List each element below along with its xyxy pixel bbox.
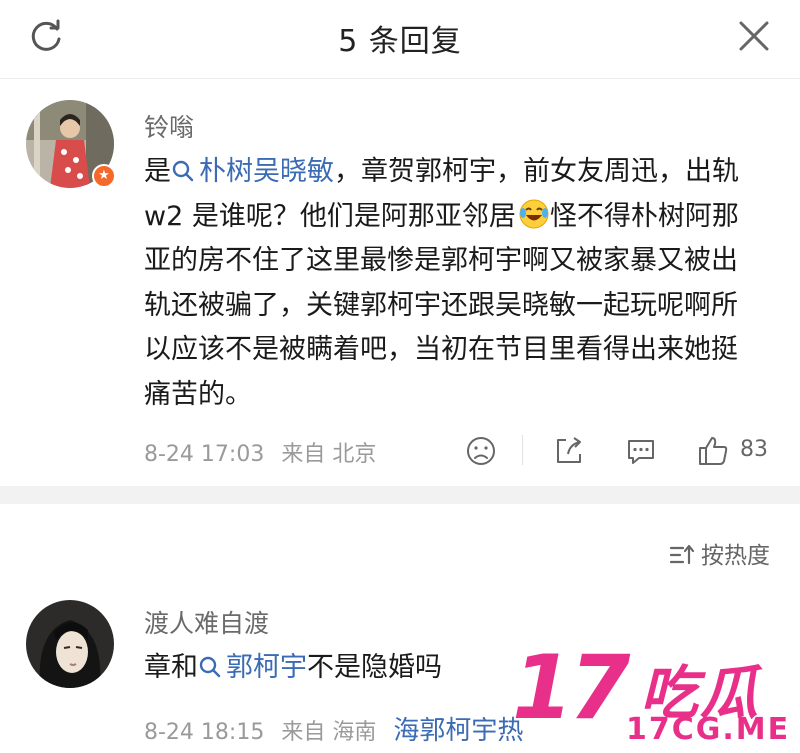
verified-badge-icon: ★: [92, 164, 116, 188]
comment-actions: 8-24 17:03 来自 北京 83: [0, 432, 800, 472]
comment-text-post: 不是隐婚吗: [307, 652, 442, 683]
share-icon[interactable]: [552, 434, 586, 468]
sort-icon: [669, 544, 695, 565]
comment-source: 来自 北京: [281, 442, 377, 467]
comment-date: 8-24 17:03: [144, 442, 265, 467]
comment-text-pre: 章和: [144, 652, 198, 683]
close-icon[interactable]: [736, 18, 772, 54]
comment-date: 8-24 18:15: [144, 720, 265, 745]
like-icon[interactable]: [696, 434, 730, 468]
laughing-tears-emoji-icon: [519, 199, 549, 228]
watermark-url: 17CG.ME: [626, 712, 791, 747]
search-icon: [199, 656, 221, 678]
comment-meta: 8-24 17:03 来自 北京: [144, 436, 386, 468]
hot-topic-link[interactable]: 海郭柯宇热: [393, 716, 523, 746]
avatar[interactable]: [26, 600, 114, 688]
sort-label: 按热度: [701, 543, 770, 569]
comment-text-pre: 是: [144, 156, 171, 187]
comment-text: 是朴树吴晓敏，章贺郭柯宇，前女友周迅，出轨 w2 是谁呢？他们是阿那亚邻居 怪不得…: [144, 150, 764, 417]
page-title: 5 条回复: [338, 24, 462, 59]
search-icon: [172, 160, 194, 182]
comment-username[interactable]: 铃嗡: [144, 108, 194, 144]
topic-link-label: 朴树吴晓敏: [199, 156, 334, 187]
section-divider: [0, 486, 800, 504]
header-bar: 5 条回复: [0, 0, 800, 79]
sort-by-hot-button[interactable]: 按热度: [669, 536, 770, 570]
dislike-face-icon[interactable]: [464, 434, 498, 468]
topic-link[interactable]: 朴树吴晓敏: [171, 156, 334, 187]
like-count: 83: [740, 437, 768, 462]
comment-icon[interactable]: [624, 434, 658, 468]
comment-username[interactable]: 渡人难自渡: [144, 604, 269, 640]
topic-link-label: 郭柯宇: [226, 652, 307, 683]
comment-meta: 8-24 18:15 来自 海南 海郭柯宇热: [144, 710, 533, 747]
text-fade-overlay: [470, 640, 560, 700]
comment-source: 来自 海南: [281, 720, 377, 745]
topic-link[interactable]: 郭柯宇: [198, 652, 307, 683]
actions-divider: [522, 435, 523, 465]
comment-text: 章和 郭柯宇不是隐婚吗: [144, 646, 504, 691]
watermark-text: 吃瓜: [640, 659, 761, 727]
